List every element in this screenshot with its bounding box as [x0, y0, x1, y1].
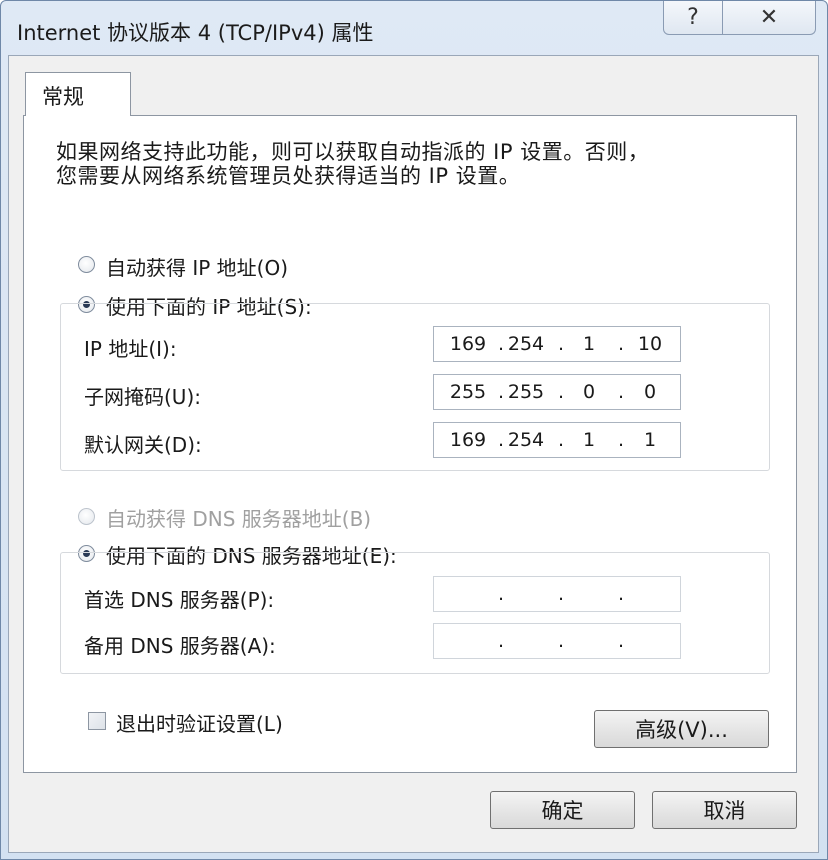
ip-dot: .: [497, 630, 505, 652]
ip-dot: .: [617, 333, 625, 355]
auto-dns-label[interactable]: 自动获得 DNS 服务器地址(B): [106, 503, 371, 532]
ip-dot: .: [617, 583, 625, 605]
default-gateway-octet-3: 1: [582, 429, 596, 451]
default-gateway-octet-4: 1: [643, 429, 657, 451]
window-title: Internet 协议版本 4 (TCP/IPv4) 属性: [17, 21, 374, 45]
ip-address-label: IP 地址(I):: [84, 337, 177, 361]
close-icon: ✕: [759, 5, 779, 30]
default-gateway-label: 默认网关(D):: [84, 433, 202, 457]
ip-dot: .: [617, 429, 625, 451]
subnet-mask-input[interactable]: 255 . 255 . 0 . 0: [433, 374, 681, 410]
auto-ip-label[interactable]: 自动获得 IP 地址(O): [106, 252, 288, 281]
default-gateway-octet-1: 169: [449, 429, 487, 451]
subnet-mask-octet-4: 0: [643, 381, 657, 403]
subnet-mask-octet-1: 255: [449, 381, 487, 403]
ok-button[interactable]: 确定: [490, 791, 635, 829]
ip-address-octet-1: 169: [449, 333, 487, 355]
ip-dot: .: [557, 630, 565, 652]
radio-auto-dns[interactable]: [78, 508, 95, 525]
default-gateway-input[interactable]: 169 . 254 . 1 . 1: [433, 422, 681, 458]
ip-dot: .: [557, 333, 565, 355]
radio-auto-ip[interactable]: [78, 256, 95, 273]
ip-dot: .: [557, 583, 565, 605]
close-button[interactable]: ✕: [722, 1, 816, 35]
ip-address-octet-3: 1: [582, 333, 596, 355]
help-icon: ?: [687, 5, 699, 30]
alternate-dns-input[interactable]: . . .: [433, 623, 681, 659]
cancel-button[interactable]: 取消: [652, 791, 797, 829]
ip-dot: .: [617, 630, 625, 652]
ip-address-octet-2: 254: [507, 333, 545, 355]
description-line-2: 您需要从网络系统管理员处获得适当的 IP 设置。: [56, 164, 521, 188]
tab-general[interactable]: 常规: [25, 72, 131, 116]
ip-dot: .: [557, 429, 565, 451]
ip-dot: .: [497, 583, 505, 605]
alternate-dns-label: 备用 DNS 服务器(A):: [84, 634, 276, 658]
subnet-mask-label: 子网掩码(U):: [84, 385, 201, 409]
default-gateway-octet-2: 254: [507, 429, 545, 451]
preferred-dns-input[interactable]: . . .: [433, 576, 681, 612]
ip-dot: .: [557, 381, 565, 403]
validate-on-exit-checkbox[interactable]: [88, 712, 106, 730]
preferred-dns-label: 首选 DNS 服务器(P):: [84, 588, 275, 612]
help-button[interactable]: ?: [663, 1, 723, 35]
validate-on-exit-label[interactable]: 退出时验证设置(L): [116, 708, 283, 737]
ip-address-octet-4: 10: [637, 333, 663, 355]
subnet-mask-octet-2: 255: [507, 381, 545, 403]
subnet-mask-octet-3: 0: [582, 381, 596, 403]
ip-dot: .: [617, 381, 625, 403]
advanced-button[interactable]: 高级(V)...: [594, 710, 769, 748]
ip-address-input[interactable]: 169 . 254 . 1 . 10: [433, 326, 681, 362]
